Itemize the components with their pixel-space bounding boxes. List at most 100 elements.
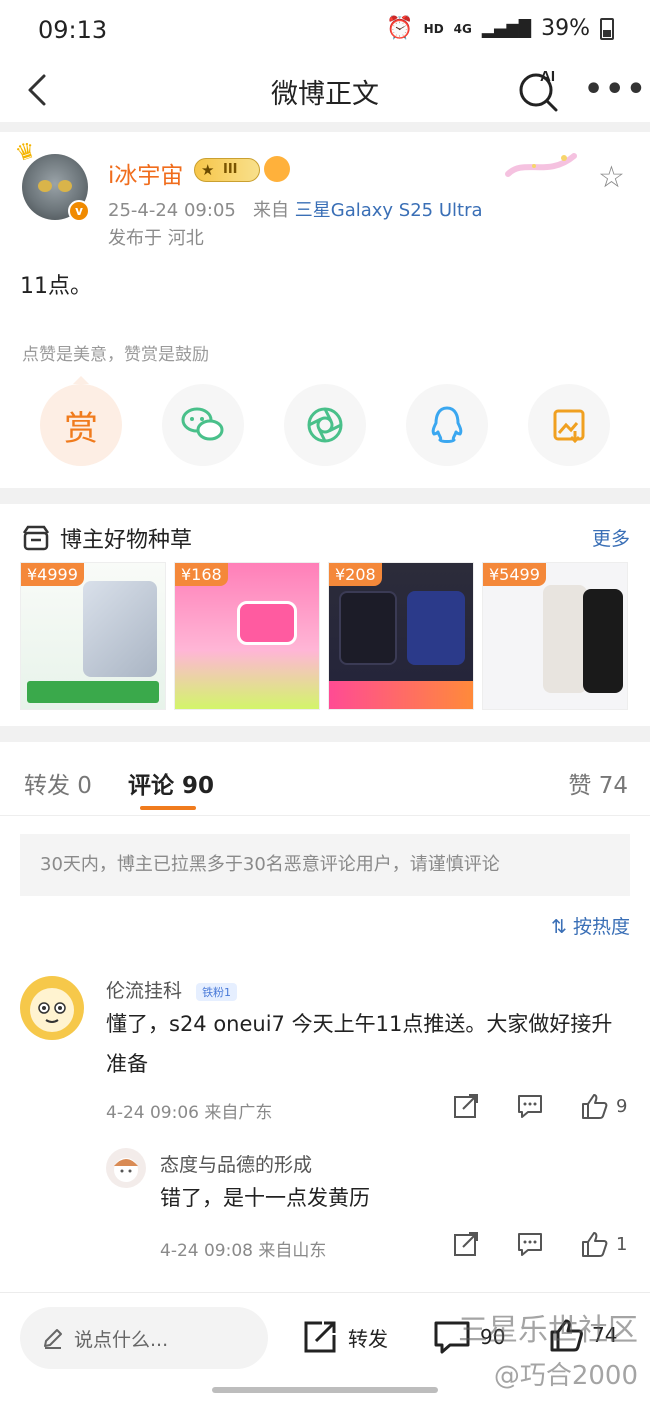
like-icon[interactable] [580, 1230, 608, 1258]
reply-location: 来自山东 [258, 1241, 327, 1261]
ai-search-icon[interactable]: AI [516, 66, 562, 112]
save-image-button[interactable] [528, 384, 610, 466]
qq-icon [431, 406, 463, 443]
more-icon[interactable]: ••• [584, 72, 648, 107]
reward-icon: 赏 [64, 408, 98, 449]
repost-label: 转发 [348, 1326, 388, 1351]
favorite-star-icon[interactable]: ☆ [598, 160, 625, 195]
product-price: ¥4999 [21, 563, 84, 586]
comment-user-text: 伦流挂科 [106, 980, 183, 1002]
moments-share-button[interactable] [284, 384, 366, 466]
wechat-share-button[interactable] [162, 384, 244, 466]
sort-button[interactable]: ⇅ 按热度 [551, 912, 630, 939]
tab-repost[interactable]: 转发 0 [24, 766, 92, 800]
reply-icon[interactable] [516, 1092, 544, 1120]
phone-front-image [583, 589, 623, 693]
sort-icon: ⇅ [551, 916, 567, 938]
ai-label: AI [540, 68, 555, 85]
comments-section: 转发 0 评论 90 赞 74 30天内，博主已拉黑多于30名恶意评论用户，请谨… [0, 742, 650, 1302]
reply-meta: 4-24 09:08 来自山东 [160, 1236, 326, 1261]
cat-eye-left [38, 180, 52, 192]
phone-image [83, 581, 157, 677]
verified-badge-icon: v [68, 200, 90, 222]
goods-header: 博主好物种草 [22, 522, 192, 554]
shop-icon [22, 525, 50, 551]
goods-section: 博主好物种草 更多 ¥4999 ¥168 ¥208 ¥5499 [0, 504, 650, 726]
comment-username[interactable]: 伦流挂科 铁粉1 [106, 976, 238, 1003]
reward-button[interactable]: 赏 [40, 376, 122, 466]
post-time: 25-4-24 09:05 [108, 200, 236, 221]
hd-label: HD [423, 21, 444, 36]
pencil-icon [44, 1329, 62, 1349]
battery-icon [600, 17, 614, 40]
author-name[interactable]: i冰宇宙 [108, 156, 183, 190]
reply-username[interactable]: 态度与品德的形成 [160, 1150, 312, 1177]
goods-more-link[interactable]: 更多 [592, 524, 630, 551]
home-indicator[interactable] [212, 1387, 438, 1393]
comment-notice: 30天内，博主已拉黑多于30名恶意评论用户，请谨慎评论 [20, 834, 630, 896]
product-card-find-x7[interactable]: ¥5499 [482, 562, 628, 710]
decoration-icon [505, 153, 577, 177]
fan-badge-icon[interactable] [264, 156, 290, 182]
comment-avatar[interactable] [20, 976, 84, 1040]
fan-level-badge: 铁粉1 [196, 982, 238, 1001]
share-row: 赏 [40, 376, 610, 466]
tabs: 转发 0 评论 90 赞 74 [0, 742, 650, 816]
product-card-phone[interactable]: ¥4999 [20, 562, 166, 710]
promo-bar [27, 681, 159, 703]
tab-likes[interactable]: 赞 74 [568, 766, 628, 800]
product-card-bilibili[interactable]: ¥168 [174, 562, 320, 710]
reply-actions: 1 [452, 1230, 627, 1258]
crown-icon: ♛ [12, 137, 40, 168]
reply-icon[interactable] [516, 1230, 544, 1258]
like-icon[interactable] [580, 1092, 608, 1120]
reply-avatar[interactable] [106, 1148, 146, 1188]
product-price: ¥208 [329, 563, 382, 586]
promo-strip [329, 681, 473, 709]
video-vip-card [339, 591, 397, 665]
status-icons: ⏰ HD 4G ▂▄▆█ 39% [386, 16, 614, 41]
watermark-line2: @巧合2000 [493, 1361, 638, 1391]
comment-meta: 4-24 09:06 来自广东 [106, 1098, 272, 1123]
repost-icon[interactable] [452, 1092, 480, 1120]
alarm-icon: ⏰ [386, 16, 414, 41]
bottom-action-bar: 说点什么... 转发 90 74 三星乐世社区 @巧合2000 [0, 1292, 650, 1408]
comment-input[interactable]: 说点什么... [20, 1307, 268, 1369]
source-prefix: 来自 [253, 200, 290, 221]
post-content: 11点。 [20, 274, 92, 299]
tab-comments[interactable]: 评论 90 [128, 766, 214, 800]
comment-time: 4-24 09:06 [106, 1103, 199, 1123]
anime-avatar-icon [114, 1158, 138, 1182]
qq-share-button[interactable] [406, 384, 488, 466]
repost-icon[interactable] [452, 1230, 480, 1258]
comment-placeholder: 说点什么... [74, 1328, 169, 1351]
product-price: ¥5499 [483, 563, 546, 586]
comment-text: 懂了，s24 oneui7 今天上午11点推送。大家做好接升准备 [106, 1012, 613, 1076]
signal-icon: ▂▄▆█ [481, 19, 532, 38]
post-source[interactable]: 三星Galaxy S25 Ultra [295, 200, 483, 221]
tv-mascot-image [237, 601, 297, 645]
reply-time: 4-24 09:08 [160, 1241, 253, 1261]
repost-button[interactable]: 转发 [300, 1317, 388, 1357]
author-avatar[interactable]: ♛ v [13, 138, 90, 222]
like-count: 1 [616, 1233, 628, 1255]
reward-hint: 点赞是美意，赞赏是鼓励 [22, 345, 209, 365]
plus-card [407, 591, 465, 665]
wechat-icon [181, 407, 224, 441]
repost-icon [304, 1321, 336, 1353]
level-badge[interactable]: III [194, 158, 260, 182]
active-tab-indicator [140, 806, 196, 810]
post-card: ♛ v i冰宇宙 III ☆ 25-4-24 09:05 来自 三星Galaxy… [0, 132, 650, 488]
watermark-line1: 三星乐世社区 [458, 1313, 638, 1348]
status-time: 09:13 [38, 16, 108, 44]
sort-label: 按热度 [572, 916, 630, 938]
network-label: 4G [453, 21, 472, 36]
phone-back-image [543, 585, 587, 693]
status-bar: 09:13 ⏰ HD 4G ▂▄▆█ 39% [0, 0, 650, 62]
like-count: 9 [616, 1095, 628, 1117]
goods-cards: ¥4999 ¥168 ¥208 ¥5499 [20, 562, 628, 710]
product-card-vip-bundle[interactable]: ¥208 [328, 562, 474, 710]
top-nav: 微博正文 AI ••• [0, 62, 650, 122]
post-meta: 25-4-24 09:05 来自 三星Galaxy S25 Ultra [108, 196, 483, 222]
watermark: 三星乐世社区 @巧合2000 [458, 1305, 638, 1392]
